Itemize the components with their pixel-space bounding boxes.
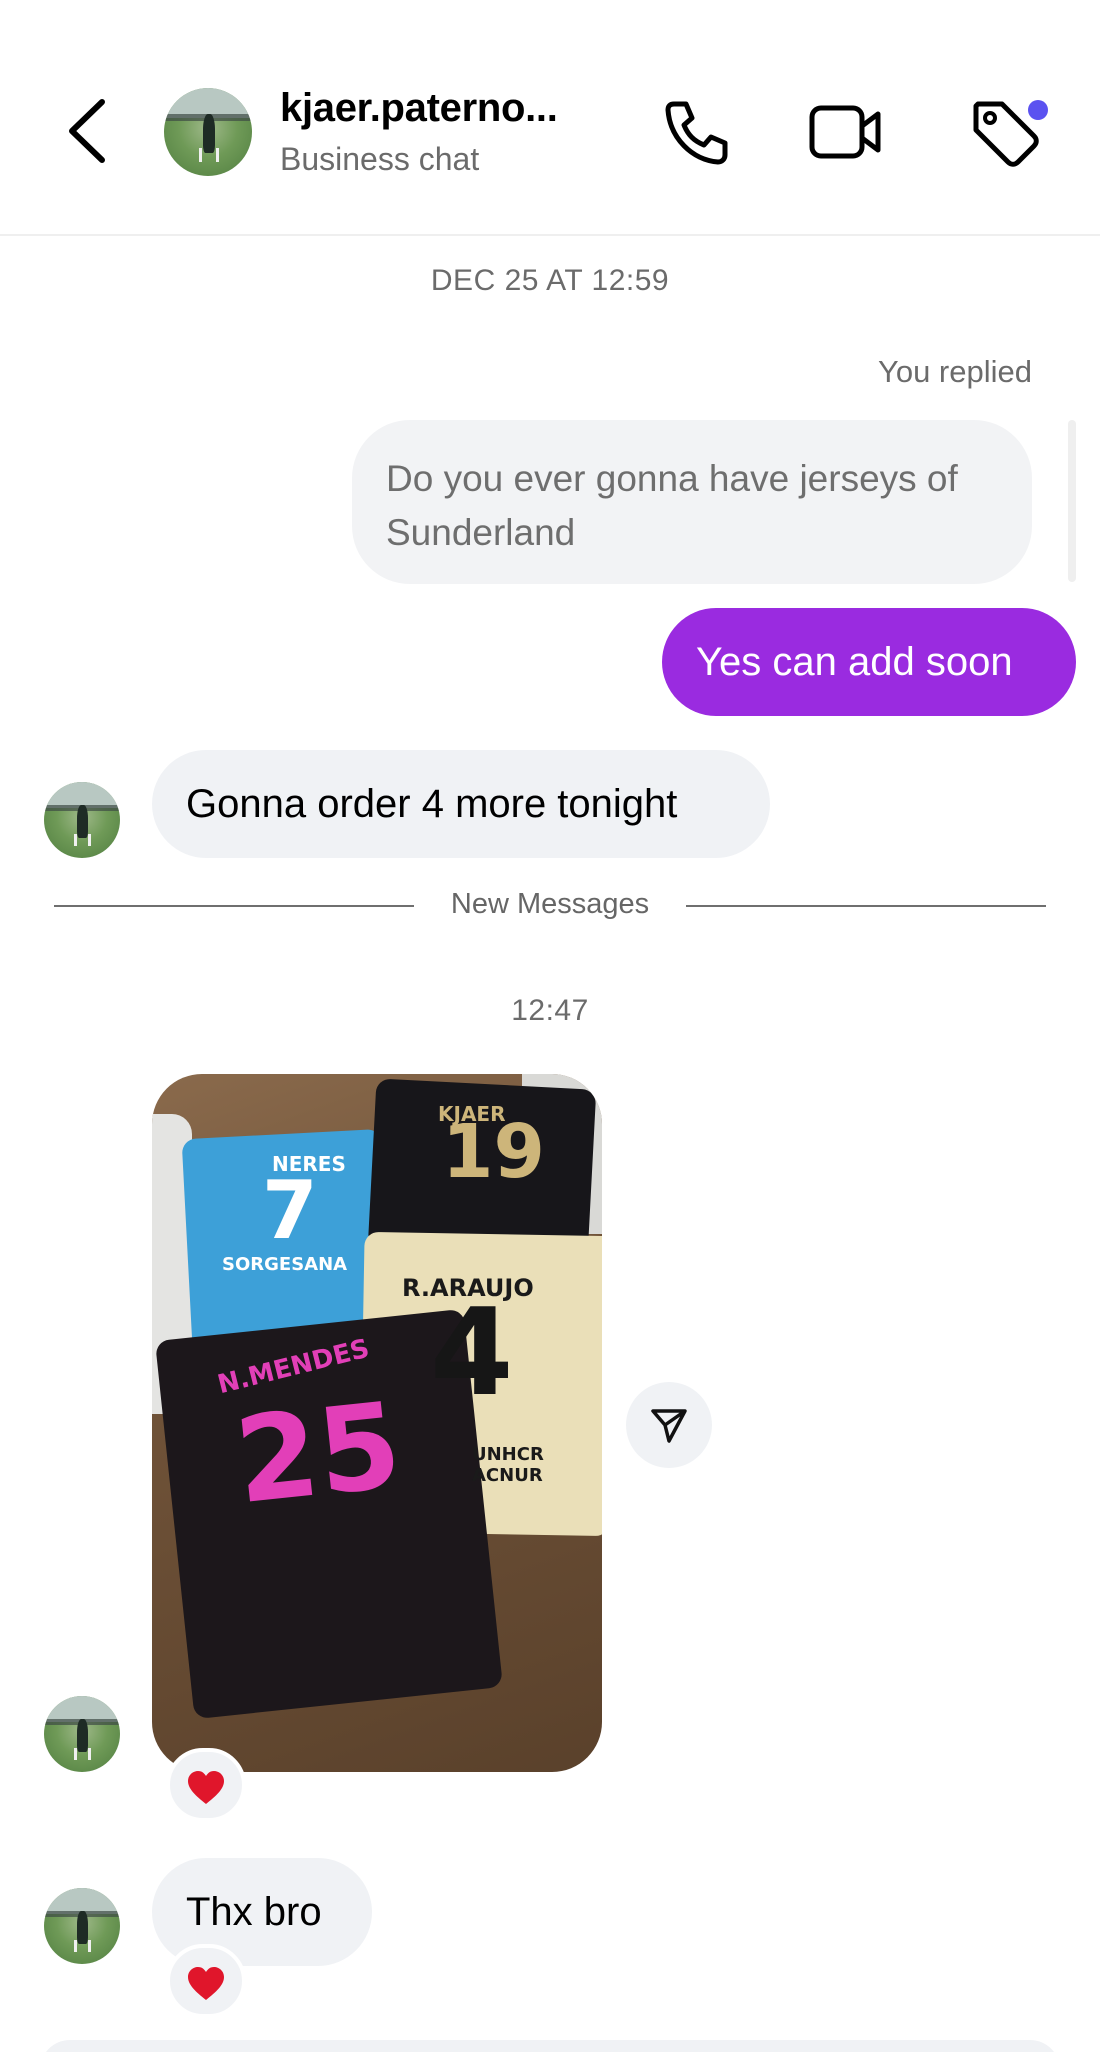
outgoing-message[interactable]: Yes can add soon — [662, 608, 1076, 716]
heart-reaction[interactable] — [166, 1748, 246, 1822]
message-timestamp: DEC 25 AT 12:59 — [430, 264, 670, 297]
message-composer[interactable] — [40, 2040, 1060, 2052]
send-icon — [651, 1409, 687, 1443]
back-button[interactable] — [62, 96, 114, 166]
sender-avatar[interactable] — [44, 1696, 120, 1772]
jersey-number: 7 — [262, 1164, 318, 1257]
jersey-sponsor: UNHCR ACNUR — [472, 1444, 544, 1486]
jersey-number: 4 — [430, 1284, 514, 1423]
forward-button[interactable] — [626, 1382, 712, 1468]
phone-icon — [665, 101, 728, 165]
heart-reaction[interactable] — [166, 1944, 246, 2018]
audio-call-button[interactable] — [660, 96, 732, 168]
jersey-number: 19 — [442, 1109, 545, 1195]
contact-name[interactable]: kjaer.paterno... — [280, 86, 610, 131]
message-timestamp: 12:47 — [511, 994, 589, 1027]
contact-avatar[interactable] — [164, 88, 252, 176]
sender-avatar[interactable] — [44, 782, 120, 858]
heart-icon — [188, 1967, 224, 2000]
reply-context-label: You replied — [878, 354, 1032, 389]
jersey-number: 25 — [229, 1375, 407, 1531]
video-icon — [809, 105, 881, 159]
jersey-sponsor: SORGESANA — [222, 1254, 348, 1275]
photo-message[interactable]: NERES 7 SORGESANA KJAER 19 R.ARAUJO 4 UN… — [152, 1074, 602, 1772]
back-icon — [69, 99, 105, 163]
chat-screen: kjaer.paterno... Business chat DEC 25 AT… — [0, 0, 1100, 2052]
sender-avatar[interactable] — [44, 1888, 120, 1964]
notification-dot — [1028, 100, 1048, 120]
chat-header: kjaer.paterno... Business chat — [0, 0, 1100, 236]
incoming-message[interactable]: Gonna order 4 more tonight — [152, 750, 770, 858]
reply-indicator-bar — [1068, 420, 1076, 582]
chat-type-label: Business chat — [280, 141, 480, 177]
divider-line-right — [686, 905, 1046, 907]
heart-icon — [188, 1771, 224, 1804]
video-call-button[interactable] — [808, 100, 882, 164]
replied-to-message[interactable]: Do you ever gonna have jerseys of Sunder… — [352, 420, 1032, 584]
